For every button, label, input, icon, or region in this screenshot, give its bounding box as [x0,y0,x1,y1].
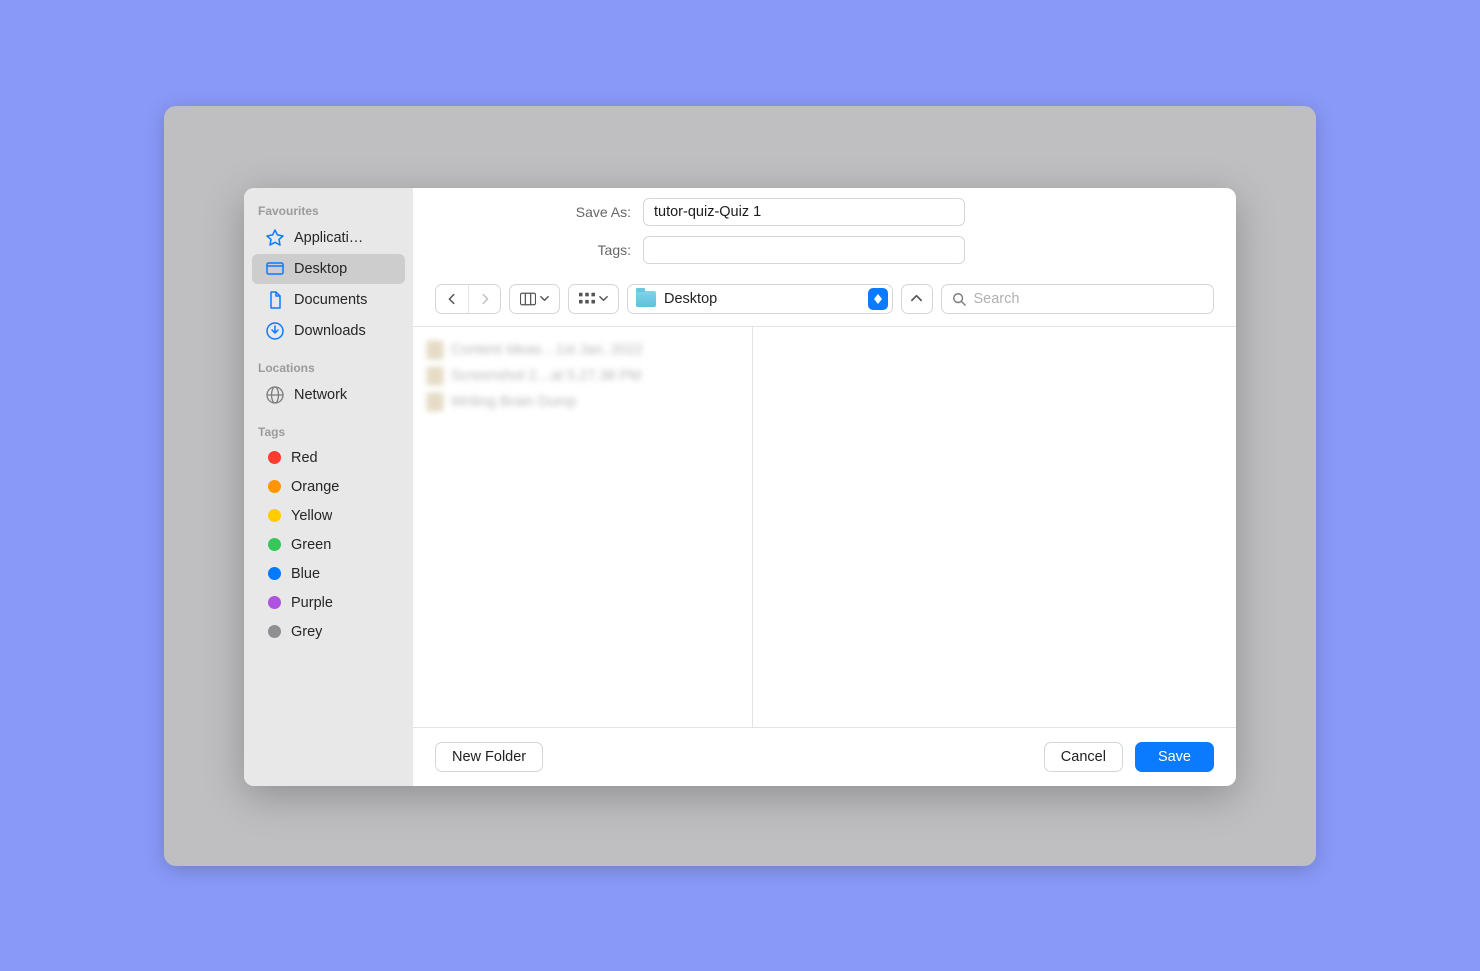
sidebar-item-label: Network [294,387,347,403]
file-icon [427,367,443,385]
chevron-down-icon [540,294,549,303]
columns-icon [520,291,536,307]
sidebar-item-downloads[interactable]: Downloads [252,316,405,346]
chevron-right-icon [478,292,492,306]
file-row[interactable]: Screenshot 2…at 5.27.38 PM [419,363,746,389]
download-icon [266,322,284,340]
location-popup[interactable]: Desktop [627,284,893,314]
cancel-button[interactable]: Cancel [1044,742,1123,772]
sidebar-item-desktop[interactable]: Desktop [252,254,405,284]
sidebar-item-label: Applicati… [294,230,363,246]
tags-input[interactable] [643,236,965,264]
tag-dot-icon [268,567,281,580]
sidebar-item-applicati[interactable]: Applicati… [252,223,405,253]
sidebar-item-documents[interactable]: Documents [252,285,405,315]
save-as-label: Save As: [435,204,643,220]
sidebar-tag-purple[interactable]: Purple [252,589,405,617]
sidebar-item-label: Purple [291,595,333,611]
network-icon [266,386,284,404]
sidebar-item-label: Documents [294,292,367,308]
sidebar-item-label: Green [291,537,331,553]
tag-dot-icon [268,480,281,493]
sidebar-item-label: Blue [291,566,320,582]
file-browser: Content Ideas…1st Jan, 2022 Screenshot 2…… [413,326,1236,727]
sidebar-section-favourites: Favourites [244,198,413,222]
file-icon [427,341,443,359]
dialog-main: Save As: Tags: [413,188,1236,786]
search-field[interactable] [941,284,1215,314]
sidebar-tag-yellow[interactable]: Yellow [252,502,405,530]
sidebar-item-label: Red [291,450,318,466]
sidebar-tag-blue[interactable]: Blue [252,560,405,588]
sidebar-tag-red[interactable]: Red [252,444,405,472]
new-folder-button[interactable]: New Folder [435,742,543,772]
collapse-button[interactable] [901,284,933,314]
grid-icon [579,291,595,307]
file-name: Content Ideas…1st Jan, 2022 [451,342,643,358]
sidebar-item-network[interactable]: Network [252,380,405,410]
save-button[interactable]: Save [1135,742,1214,772]
save-as-input[interactable] [643,198,965,226]
sidebar-item-label: Orange [291,479,339,495]
file-icon [427,393,443,411]
file-column-empty [753,327,1236,727]
sidebar-item-label: Yellow [291,508,332,524]
tag-dot-icon [268,596,281,609]
file-name: Writing Brain Dump [451,394,576,410]
folder-icon [636,291,656,307]
document-icon [266,291,284,309]
chevron-down-icon [599,294,608,303]
tag-dot-icon [268,509,281,522]
sidebar-item-label: Downloads [294,323,366,339]
chevron-left-icon [445,292,459,306]
chevron-up-icon [910,292,923,305]
file-row[interactable]: Writing Brain Dump [419,389,746,415]
sidebar-tag-grey[interactable]: Grey [252,618,405,646]
save-dialog: Favourites Applicati… Desktop Documents Dow… [244,188,1236,786]
location-stepper-icon [868,288,888,310]
nav-back-forward [435,284,501,314]
save-form: Save As: Tags: [413,188,1236,280]
toolbar: Desktop [413,280,1236,326]
file-name: Screenshot 2…at 5.27.38 PM [451,368,641,384]
apps-icon [266,229,284,247]
desktop-icon [266,260,284,278]
tag-dot-icon [268,538,281,551]
tag-dot-icon [268,625,281,638]
sidebar-item-label: Desktop [294,261,347,277]
tags-label: Tags: [435,242,643,258]
sidebar-section-locations: Locations [244,355,413,379]
nav-back-button[interactable] [436,285,468,313]
sidebar-tag-orange[interactable]: Orange [252,473,405,501]
sidebar-tag-green[interactable]: Green [252,531,405,559]
file-row[interactable]: Content Ideas…1st Jan, 2022 [419,337,746,363]
sidebar: Favourites Applicati… Desktop Documents Dow… [244,188,413,786]
dialog-footer: New Folder Cancel Save [413,727,1236,786]
sidebar-item-label: Grey [291,624,322,640]
search-input[interactable] [974,291,1204,307]
tag-dot-icon [268,451,281,464]
group-by-button[interactable] [568,284,619,314]
sidebar-section-tags: Tags [244,419,413,443]
location-name: Desktop [664,291,717,307]
file-column[interactable]: Content Ideas…1st Jan, 2022 Screenshot 2…… [413,327,753,727]
window-backdrop: Favourites Applicati… Desktop Documents Dow… [164,106,1316,866]
view-columns-button[interactable] [509,284,560,314]
nav-forward-button[interactable] [468,285,500,313]
search-icon [952,292,966,306]
